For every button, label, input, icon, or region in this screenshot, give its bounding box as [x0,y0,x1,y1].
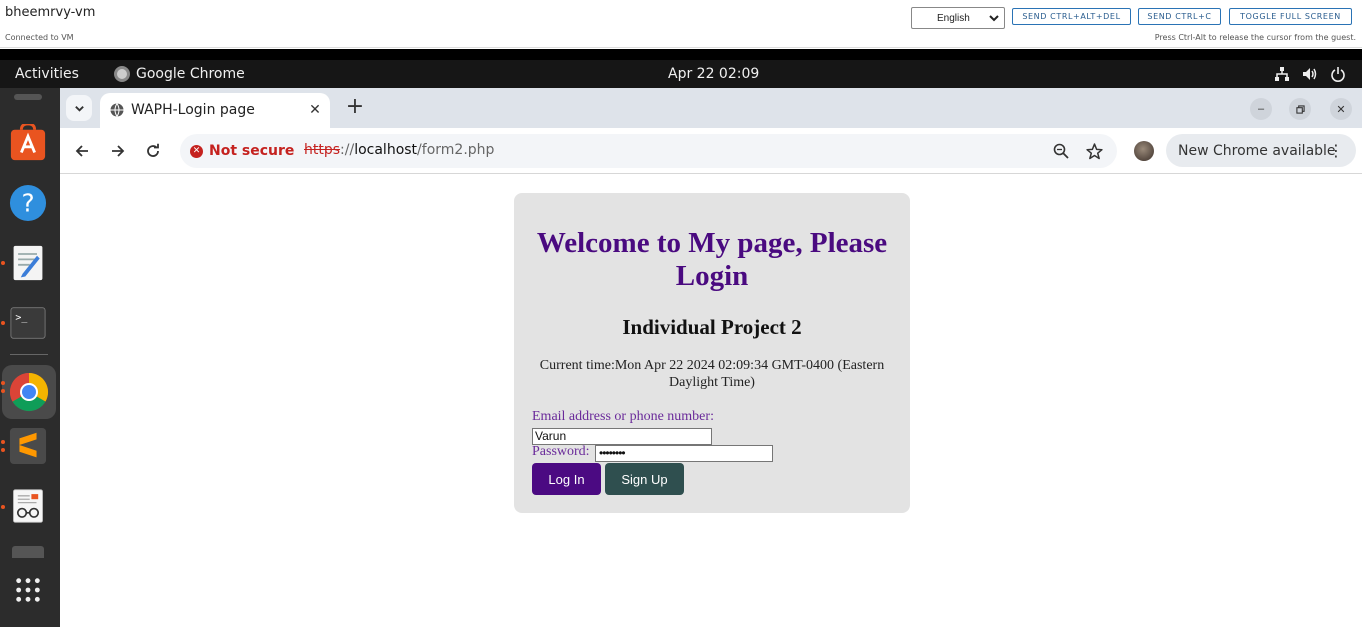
text-editor-icon[interactable] [8,243,48,283]
send-ctrl-c-button[interactable]: SEND CTRL+C [1138,8,1221,25]
power-icon [1330,66,1346,82]
tab-title: WAPH-Login page [131,102,255,118]
document-viewer-icon[interactable] [8,486,48,526]
more-vert-icon[interactable]: ⋮ [1328,141,1344,160]
bookmark-star-icon[interactable] [1084,141,1104,161]
restore-button[interactable] [1289,98,1311,120]
grid-icon[interactable] [8,570,48,610]
gnome-top-bar: Activities Google Chrome Apr 22 02:09 [0,60,1362,88]
tab-waph-login[interactable]: WAPH-Login page ✕ [100,93,330,128]
profile-avatar[interactable] [1134,141,1154,161]
page-heading: Welcome to My page, Please Login [536,227,888,292]
email-label: Email address or phone number: [532,409,714,424]
running-indicator [1,381,5,385]
volume-icon [1302,66,1318,82]
app-menu-label: Google Chrome [136,66,245,82]
release-cursor-hint: Press Ctrl-Alt to release the cursor fro… [1154,33,1356,42]
chrome-app-icon [114,66,130,82]
vm-name: bheemrvy-vm [5,5,96,20]
globe-icon [110,103,124,117]
chevron-down-icon [74,105,84,112]
app-menu[interactable]: Google Chrome [114,66,245,82]
browser-toolbar: ✕ Not secure https://localhost/form2.php… [60,128,1362,174]
tab-search-button[interactable] [66,95,92,121]
language-select-value: English [937,12,970,24]
dock-partial-item [14,94,42,100]
reload-icon [147,143,159,157]
error-icon: ✕ [190,144,203,158]
page-subheading: Individual Project 2 [622,315,802,339]
clock[interactable]: Apr 22 02:09 [668,66,759,82]
vm-status: Connected to VM [5,33,74,42]
send-ctrl-alt-del-button[interactable]: SEND CTRL+ALT+DEL [1012,8,1131,25]
activities-button[interactable]: Activities [15,66,79,82]
url-separator: :// [340,142,355,158]
chevron-down-icon [989,15,999,22]
vm-console-header: bheemrvy-vm Connected to VM English SEND… [0,0,1362,48]
reload-button[interactable] [142,140,164,162]
help-icon[interactable]: ? [8,183,48,223]
close-icon[interactable]: ✕ [307,101,323,117]
dock-separator [10,354,48,355]
zoom-icon[interactable] [1051,141,1071,161]
network-icon [1274,66,1290,82]
arrow-left-icon [75,145,88,157]
url-host: localhost [354,142,418,158]
url-scheme: https [304,142,341,158]
login-button[interactable]: Log In [532,463,601,495]
sublime-text-icon[interactable] [8,426,48,466]
page-viewport: Welcome to My page, Please Login Individ… [60,175,1362,627]
running-indicator [1,448,5,452]
tab-strip: WAPH-Login page ✕ + – ✕ [60,88,1362,128]
toggle-full-screen-button[interactable]: TOGGLE FULL SCREEN [1229,8,1352,25]
new-chrome-available-button[interactable]: New Chrome available ⋮ [1166,134,1356,167]
trash-icon[interactable] [12,546,44,558]
vm-frame-border [0,49,1362,60]
new-tab-button[interactable]: + [343,96,367,120]
ubuntu-software-icon[interactable] [8,123,48,163]
password-field[interactable]: •••••••• [595,445,773,462]
running-indicator [1,440,5,444]
svg-text:>_: >_ [15,312,27,323]
security-label: Not secure [209,143,295,159]
minimize-button[interactable]: – [1250,98,1272,120]
login-card: Welcome to My page, Please Login Individ… [514,193,910,513]
language-select[interactable]: English [911,7,1005,29]
svg-text:?: ? [21,189,34,218]
running-indicator [1,321,5,325]
running-indicator [1,389,5,393]
dock: ? >_ [0,88,60,627]
running-indicator [1,261,5,265]
running-indicator [1,505,5,509]
chrome-window: WAPH-Login page ✕ + – ✕ ✕ Not secure htt… [60,88,1362,627]
update-label: New Chrome available [1178,142,1336,159]
signup-button[interactable]: Sign Up [605,463,684,495]
current-time: Current time:Mon Apr 22 2024 02:09:34 GM… [539,358,885,390]
arrow-right-icon [112,145,125,157]
url-path: /form2.php [417,142,495,158]
back-button[interactable] [71,140,93,162]
close-window-button[interactable]: ✕ [1330,98,1352,120]
password-label: Password: [532,444,590,459]
url-text[interactable]: https://localhost/form2.php [304,142,494,158]
chrome-icon[interactable] [2,365,56,419]
security-chip[interactable]: ✕ Not secure [190,139,294,163]
restore-icon [1295,104,1305,114]
forward-button[interactable] [107,140,129,162]
email-field[interactable]: Varun [532,428,712,445]
terminal-icon[interactable]: >_ [8,303,48,343]
system-tray[interactable] [1274,66,1346,82]
